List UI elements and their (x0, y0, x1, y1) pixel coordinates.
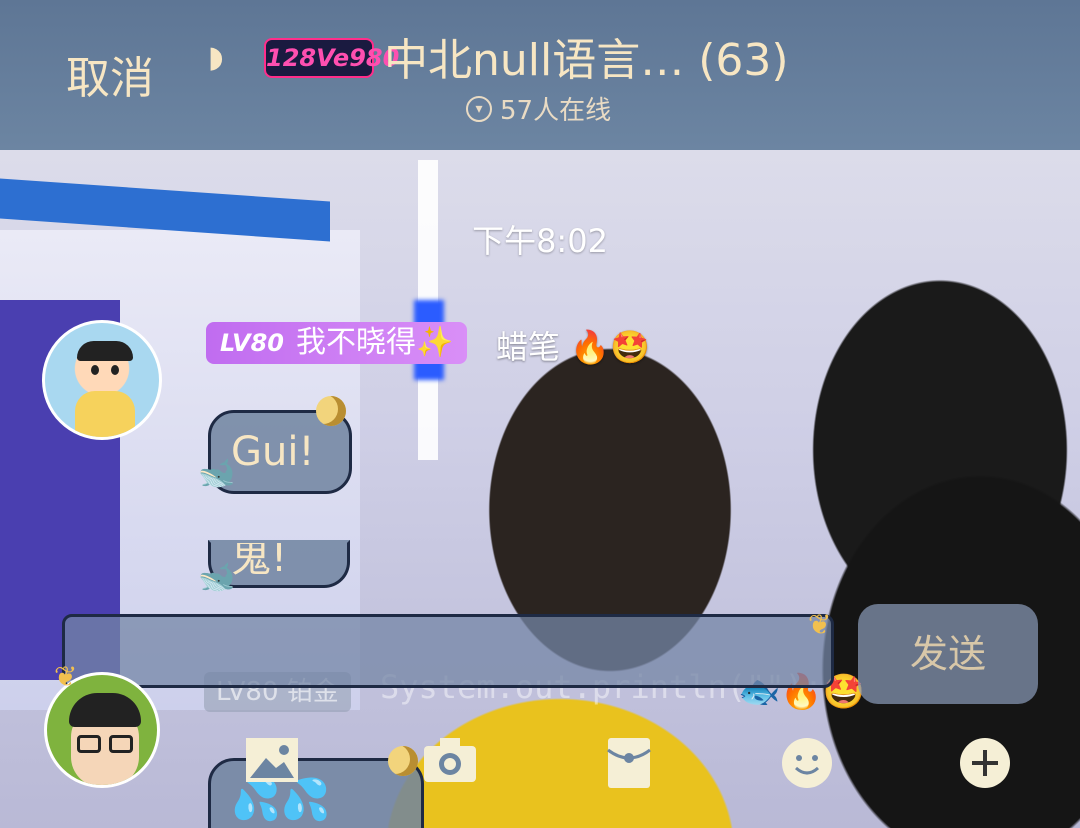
group-title[interactable]: 中北null语言… (63) (384, 24, 789, 88)
butterfly-icon: ❦ (808, 608, 832, 641)
chat-header: 取消 ◗ 128Ve980 中北null语言… (63) ▾ 57人在线 (0, 0, 1080, 150)
cancel-button[interactable]: 取消 (66, 42, 154, 106)
online-count[interactable]: ▾ 57人在线 (466, 90, 611, 127)
whale-icon: 🐋 (198, 560, 236, 595)
image-icon[interactable] (244, 736, 304, 796)
sender-name: 蜡笔 🔥🤩 (496, 328, 650, 366)
red-packet-icon[interactable] (606, 736, 666, 796)
avatar-eye (111, 365, 119, 375)
emoji-icon[interactable] (780, 736, 840, 796)
avatar[interactable] (42, 320, 162, 440)
member-nickname: 我不晓得✨ (295, 325, 454, 360)
message-input[interactable] (62, 614, 834, 688)
avatar-eye (91, 365, 99, 375)
moon-icon (388, 746, 418, 776)
send-button[interactable]: 发送 (858, 604, 1038, 704)
group-badge: 128Ve980 (264, 38, 399, 78)
avatar-glasses (109, 735, 133, 753)
avatar-glasses (77, 735, 101, 753)
camera-icon[interactable] (422, 736, 482, 796)
avatar-hair (69, 693, 141, 727)
message-timestamp: 下午8:02 (472, 222, 608, 260)
ear-icon[interactable]: ◗ (208, 40, 224, 75)
moon-icon (316, 396, 346, 426)
butterfly-icon: ❦ (54, 660, 78, 693)
avatar-body (75, 391, 135, 437)
avatar-hair (77, 341, 133, 361)
level-badge: LV80 我不晓得✨ (206, 322, 468, 364)
level-label: LV80 (220, 329, 284, 357)
online-count-label: 57人在线 (500, 96, 612, 126)
plus-icon[interactable] (958, 736, 1018, 796)
chevron-down-icon: ▾ (466, 95, 492, 122)
whale-icon: 🐋 (198, 456, 236, 491)
